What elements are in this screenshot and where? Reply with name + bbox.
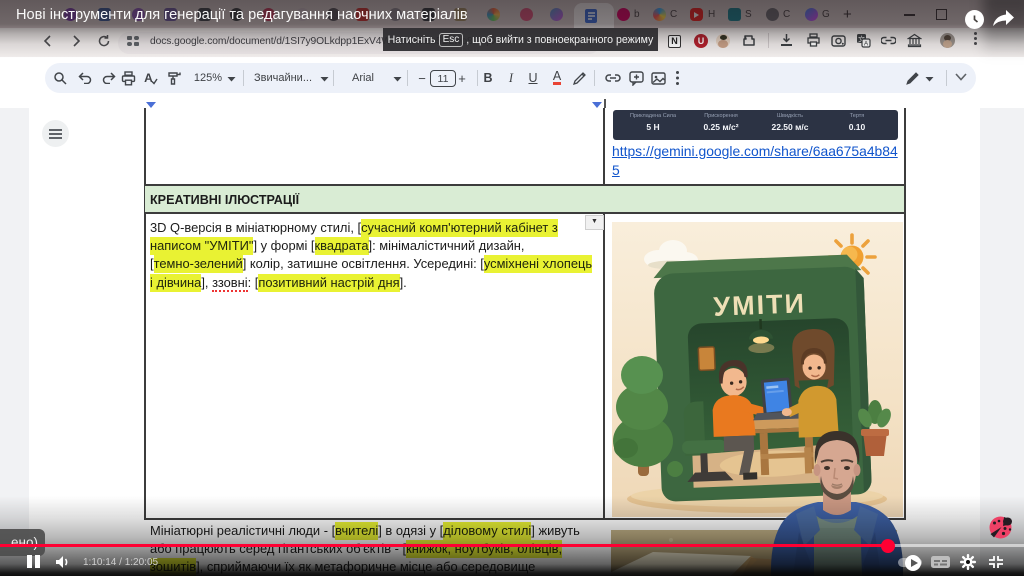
svg-text:УМІТИ: УМІТИ — [713, 288, 807, 322]
